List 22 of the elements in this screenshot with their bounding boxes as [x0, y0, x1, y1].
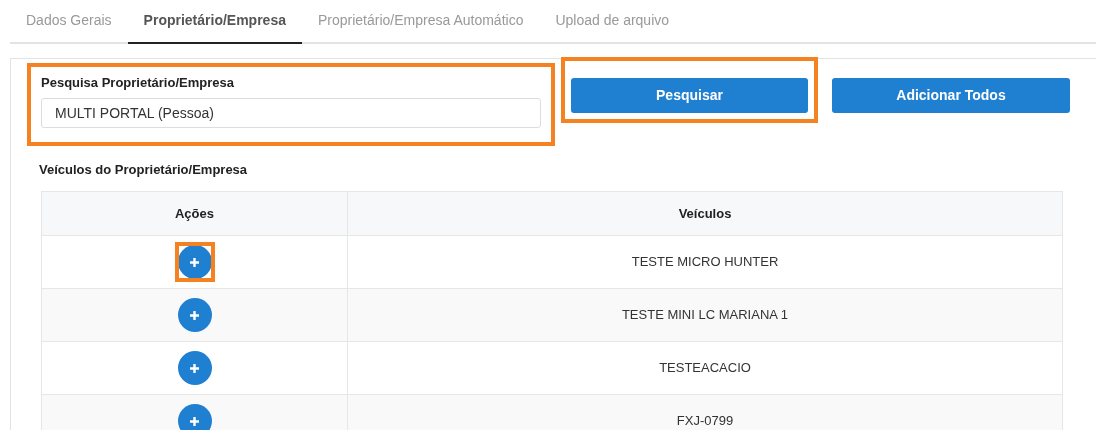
add-all-button[interactable]: Adicionar Todos [832, 78, 1070, 113]
column-header: Veículos [347, 191, 1063, 236]
column-header: Ações [41, 191, 348, 236]
search-button[interactable]: Pesquisar [571, 78, 808, 113]
plus-icon [189, 256, 200, 268]
table-cell: TESTE MICRO HUNTER [347, 235, 1063, 289]
add-button[interactable] [177, 404, 212, 430]
table-cell: FXJ-0799 [347, 394, 1063, 430]
tab[interactable]: Dados Gerais [10, 0, 128, 44]
table-cell: TESTE MINI LC MARIANA 1 [347, 288, 1063, 342]
tab[interactable]: Upload de arquivo [539, 0, 686, 44]
table-cell: TESTEACACIO [347, 341, 1063, 395]
search-field[interactable]: MULTI PORTAL (Pessoa) [41, 97, 541, 128]
add-button[interactable] [177, 298, 212, 332]
add-button[interactable] [177, 351, 212, 385]
plus-icon [189, 415, 200, 427]
plus-icon [189, 362, 200, 374]
field-label: Pesquisa Proprietário/Empresa [41, 74, 235, 92]
tab[interactable]: Proprietário/Empresa Automático [302, 0, 540, 44]
plus-icon [189, 309, 200, 321]
tab[interactable]: Proprietário/Empresa [127, 0, 302, 44]
section-title: Veículos do Proprietário/Empresa [39, 160, 249, 179]
